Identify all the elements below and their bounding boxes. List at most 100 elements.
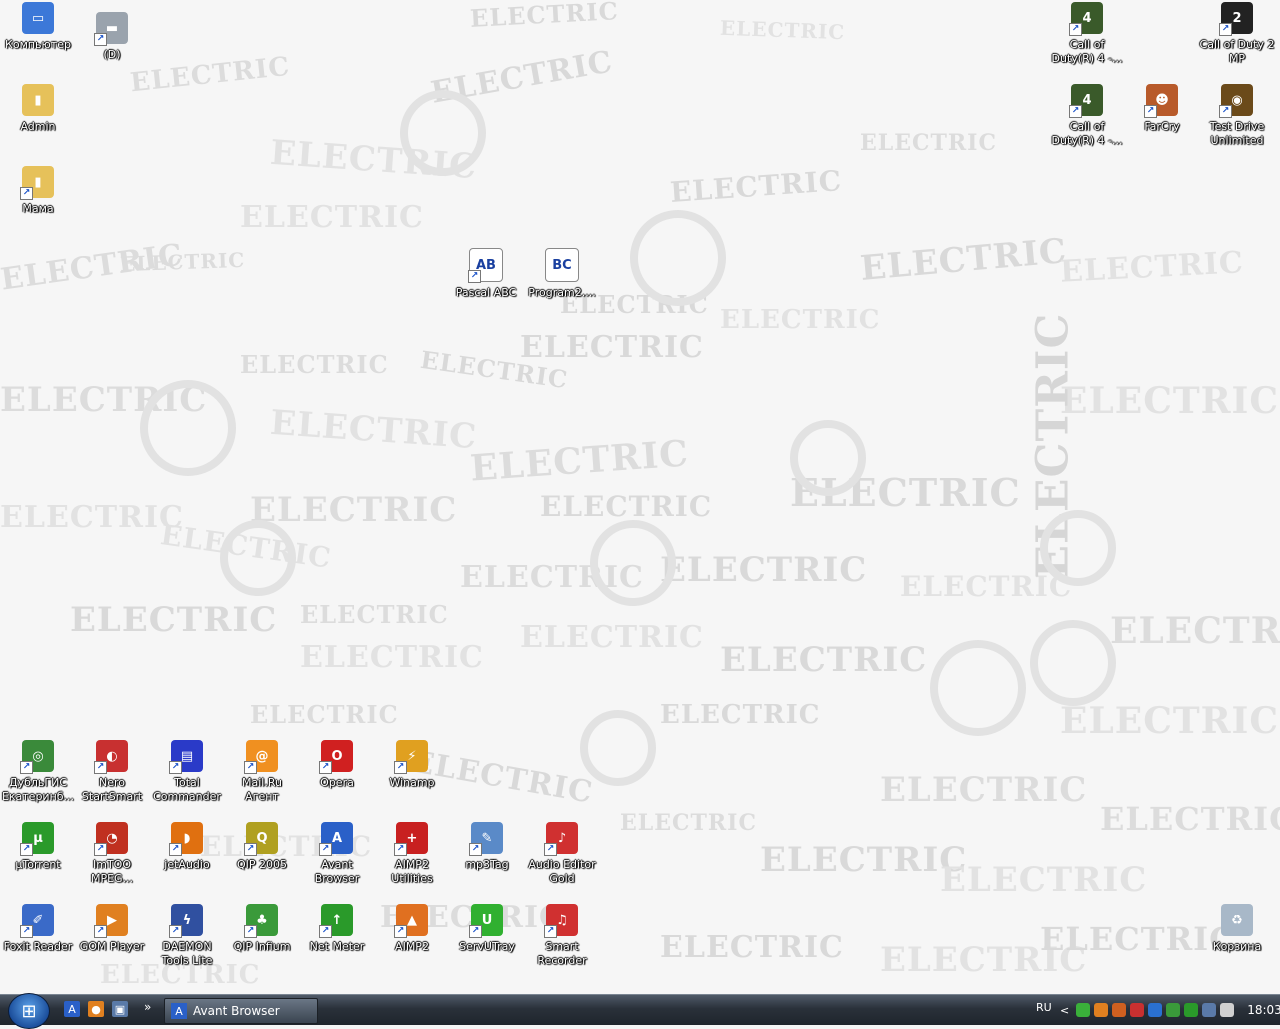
desktop-icon-program2[interactable]: BC Program2.... [524, 248, 600, 300]
wallpaper-text: ELECTRIC [669, 164, 844, 209]
desktop-icon-drive-d[interactable]: ▬ ↗ (D) [74, 12, 150, 62]
desktop-icon-total-commander[interactable]: ▤ ↗ Total Commander [149, 740, 225, 804]
shortcut-arrow-icon: ↗ [394, 761, 407, 774]
desktop-icon-label: Net Meter [309, 940, 365, 953]
imtoo-glyph: ◔ [106, 830, 118, 846]
wallpaper-text: ELECTRIC [418, 344, 570, 395]
test-drive-unlimited-glyph: ◉ [1231, 92, 1243, 108]
program2-icon: BC [545, 248, 579, 282]
desktop-icon-call-of-duty-4-b[interactable]: 4 ↗ Call of Duty(R) 4 -... [1049, 84, 1125, 148]
desktop-icon-folder-admin[interactable]: ▮ Admin [0, 84, 76, 134]
desktop-icon-label: Smart Recorder [537, 940, 587, 967]
desktop-icon-label: Test Drive Unlimited [1209, 120, 1265, 147]
desktop-icon-net-meter[interactable]: ↑ ↗ Net Meter [299, 904, 375, 954]
tray-app-icon[interactable] [1220, 1003, 1235, 1017]
aimp2-utilities-glyph: + [406, 830, 418, 846]
desktop-icon-pascal-abc[interactable]: AB ↗ Pascal ABC [448, 248, 524, 300]
desktop-icon-mp3tag[interactable]: ✎ ↗ mp3Tag [449, 822, 525, 872]
opera-icon: O ↗ [319, 740, 353, 774]
desktop-icon-folder-mama[interactable]: ▮ ↗ Мама [0, 166, 76, 216]
desktop-icon-opera[interactable]: O ↗ Opera [299, 740, 375, 790]
shortcut-arrow-icon: ↗ [20, 843, 33, 856]
wallpaper-text: ELECTRIC [300, 600, 449, 629]
wallpaper-text: ELECTRIC [900, 570, 1073, 603]
desktop-icon-qip-infium[interactable]: ♣ ↗ QIP Infium [224, 904, 300, 954]
desktop-icon-winamp[interactable]: ⚡ ↗ Winamp [374, 740, 450, 790]
desktop-icon-imtoo[interactable]: ◔ ↗ ImTOO MPEG... [74, 822, 150, 886]
wallpaper-text: ELECTRIC [460, 560, 644, 595]
gom-player-glyph: ▶ [107, 912, 117, 928]
tray-app-icon[interactable] [1112, 1003, 1127, 1017]
taskbar-button-avant-browser[interactable]: A Avant Browser [164, 998, 318, 1024]
recycle-bin-icon: ♻ [1221, 904, 1253, 936]
tray-app-icon[interactable] [1202, 1003, 1217, 1017]
desktop-icon-qip-2005[interactable]: Q ↗ QIP 2005 [224, 822, 300, 872]
wallpaper-text: ELECTRIC [0, 380, 208, 420]
desktop-icon-dublgis[interactable]: ◎ ↗ ДубльГИС Екатеринб... [0, 740, 76, 804]
desktop-icon-aimp2-utilities[interactable]: + ↗ AIMP2 Utilities [374, 822, 450, 886]
desktop-icon-jetaudio[interactable]: ◗ ↗ jetAudio [149, 822, 225, 872]
desktop-icon-gom-player[interactable]: ▶ ↗ GOM Player [74, 904, 150, 954]
desktop-icon-label: mp3Tag [465, 858, 509, 871]
wallpaper-text: ELECTRIC [250, 490, 458, 530]
tray-expand-chevron[interactable]: < [1060, 1004, 1069, 1017]
desktop-icon-call-of-duty-2-mp[interactable]: 2 ↗ Call of Duty 2 MP [1199, 2, 1275, 66]
firefox-ql-icon[interactable]: ● [88, 1001, 104, 1017]
tray-app-icon[interactable] [1148, 1003, 1163, 1017]
tray-app-icon[interactable] [1166, 1003, 1181, 1017]
wallpaper-text: ELECTRIC [300, 640, 484, 675]
folder-mama-icon: ▮ ↗ [20, 166, 54, 200]
wallpaper-bolt-emblem [580, 710, 656, 786]
desktop-icon-computer[interactable]: ▭ Компьютер [0, 2, 76, 52]
clock[interactable]: 18:03 [1247, 1003, 1280, 1017]
qip-2005-glyph: Q [256, 830, 268, 846]
desktop-icon-foxit-reader[interactable]: ✐ ↗ Foxit Reader [0, 904, 76, 954]
desktop-icon-label: (D) [103, 48, 121, 61]
desktop-icon-smart-recorder[interactable]: ♫ ↗ Smart Recorder [524, 904, 600, 968]
audio-editor-gold-icon: ♪ ↗ [544, 822, 578, 856]
desktop-icon-avant-browser-icon[interactable]: A ↗ Avant Browser [299, 822, 375, 886]
imtoo-icon: ◔ ↗ [94, 822, 128, 856]
nero-glyph: ◐ [106, 748, 118, 764]
servutray-icon: U ↗ [469, 904, 503, 938]
desktop-icon-label: Mail.Ru Агент [242, 776, 282, 803]
wallpaper-text: ELECTRIC [790, 470, 1021, 515]
desktop-icon-recycle-bin[interactable]: ♻ Корзина [1199, 904, 1275, 954]
dublgis-glyph: ◎ [32, 748, 44, 764]
aimp2-icon: ▲ ↗ [394, 904, 428, 938]
shortcut-arrow-icon: ↗ [1219, 105, 1232, 118]
desktop-icon-servutray[interactable]: U ↗ ServUTray [449, 904, 525, 954]
smart-recorder-icon: ♫ ↗ [544, 904, 578, 938]
desktop-icon-farcry[interactable]: ☻ ↗ FarCry [1124, 84, 1200, 134]
wallpaper-text: ELECTRIC [469, 0, 620, 33]
wallpaper-text: ELECTRIC [880, 940, 1088, 980]
desktop-icon-mailru-agent[interactable]: @ ↗ Mail.Ru Агент [224, 740, 300, 804]
desktop-icon-nero[interactable]: ◐ ↗ Nero StartSmart [74, 740, 150, 804]
desktop-icon-call-of-duty-4-a[interactable]: 4 ↗ Call of Duty(R) 4 -... [1049, 2, 1125, 66]
desktop-icon-audio-editor-gold[interactable]: ♪ ↗ Audio Editor Gold [524, 822, 600, 886]
desktop-icon-daemon-tools[interactable]: ϟ ↗ DAEMON Tools Lite [149, 904, 225, 968]
winamp-icon: ⚡ ↗ [394, 740, 428, 774]
language-indicator[interactable]: RU [1036, 1001, 1052, 1014]
shortcut-arrow-icon: ↗ [20, 761, 33, 774]
wallpaper-text: ELECTRIC [428, 44, 616, 111]
tray-app-icon[interactable] [1184, 1003, 1199, 1017]
drive-d-icon: ▬ ↗ [94, 12, 128, 46]
gom-player-icon: ▶ ↗ [94, 904, 128, 938]
tray-app-icon[interactable] [1130, 1003, 1145, 1017]
wallpaper-text: ELECTRIC [128, 51, 292, 99]
desktop[interactable]: ELECTRIC ELECTRIC ELECTRIC ELECTRIC ELECTRIC… [0, 0, 1280, 994]
desktop-icon-test-drive-unlimited[interactable]: ◉ ↗ Test Drive Unlimited [1199, 84, 1275, 148]
desktop-icon-aimp2[interactable]: ▲ ↗ AIMP2 [374, 904, 450, 954]
desktop-icon-label: AIMP2 [395, 940, 429, 953]
wallpaper-text: ELECTRIC [1060, 380, 1280, 422]
wallpaper-text-vertical: ELECTRIC [1027, 312, 1079, 579]
show-desktop-icon[interactable]: ▣ [112, 1001, 128, 1017]
wallpaper-bolt-emblem [790, 420, 866, 496]
tray-app-icon[interactable] [1076, 1003, 1091, 1017]
tray-app-icon[interactable] [1094, 1003, 1109, 1017]
avant-ql-icon[interactable]: A [64, 1001, 80, 1017]
shortcut-arrow-icon: ↗ [244, 925, 257, 938]
quick-launch-overflow[interactable]: » [144, 1000, 151, 1014]
desktop-icon-utorrent[interactable]: µ ↗ µTorrent [0, 822, 76, 872]
